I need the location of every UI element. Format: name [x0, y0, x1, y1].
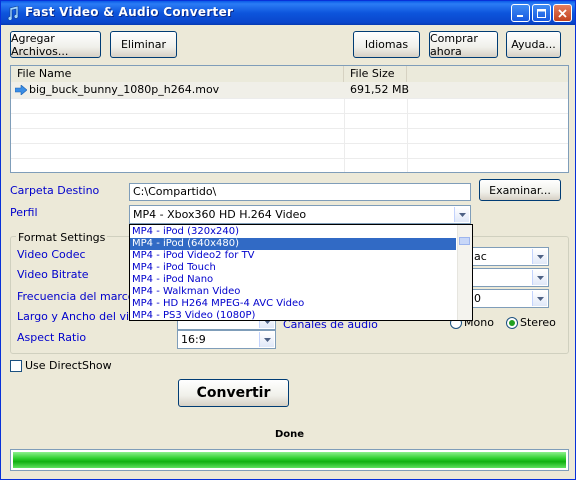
use-directshow-checkbox[interactable] [10, 360, 22, 372]
audio-sample-rate-value: 0 [474, 292, 481, 305]
grid-divider [11, 98, 568, 99]
column-file-size[interactable]: File Size [344, 66, 407, 82]
profile-option[interactable]: MP4 - Walkman Video [130, 286, 456, 298]
convert-button[interactable]: Convertir [178, 379, 289, 407]
profile-option[interactable]: MP4 - iPod (320x240) [130, 226, 456, 238]
status-text: Done [275, 429, 305, 440]
app-music-icon [7, 6, 19, 20]
stereo-radio[interactable] [506, 317, 518, 329]
progress-bar [10, 449, 569, 471]
chevron-down-icon [536, 275, 544, 280]
chevron-down-icon [263, 337, 271, 342]
scrollbar-thumb[interactable] [459, 237, 470, 245]
profile-option[interactable]: MP4 - iPod Nano [130, 274, 456, 286]
remove-button[interactable]: Eliminar [110, 31, 177, 58]
maximize-button[interactable] [532, 4, 551, 22]
file-name-cell: big_buck_bunny_1080p_h264.mov [29, 83, 220, 96]
add-files-button[interactable]: Agregar Archivos... [10, 31, 101, 58]
grid-divider [11, 128, 568, 129]
aspect-ratio-select[interactable]: 16:9 [177, 330, 276, 349]
column-file-name[interactable]: File Name [11, 66, 344, 82]
title-bar[interactable]: Fast Video & Audio Converter [1, 1, 575, 25]
dropdown-scrollbar[interactable] [457, 225, 472, 320]
profile-selected-value: MP4 - Xbox360 HD H.264 Video [133, 208, 307, 221]
profile-option[interactable]: MP4 - iPod Video2 for TV [130, 250, 456, 262]
file-size-cell: 691,52 MB [350, 83, 410, 96]
profile-option[interactable]: MP4 - HD H264 MPEG-4 AVC Video [130, 298, 456, 310]
table-row[interactable]: big_buck_bunny_1080p_h264.mov 691,52 MB [11, 82, 568, 98]
profile-select[interactable]: MP4 - Xbox360 HD H.264 Video [129, 205, 471, 224]
audio-sample-rate-dropdown-button[interactable] [532, 291, 547, 306]
minimize-button[interactable] [511, 4, 530, 22]
close-button[interactable] [553, 4, 572, 22]
grid-divider [11, 143, 568, 144]
grid-divider [11, 158, 568, 159]
chevron-down-icon [536, 254, 544, 259]
profile-label: Perfil [10, 206, 38, 219]
chevron-down-icon [458, 212, 466, 217]
file-list[interactable]: File Name File Size big_buck_bunny_1080p… [10, 65, 569, 173]
main-window: Fast Video & Audio Converter Agregar Arc… [0, 0, 576, 480]
destination-label: Carpeta Destino [10, 184, 100, 197]
audio-codec-dropdown-button[interactable] [532, 249, 547, 264]
stereo-label: Stereo [520, 316, 556, 329]
minimize-icon [517, 14, 523, 17]
use-directshow-label: Use DirectShow [25, 359, 112, 372]
grid-divider [11, 113, 568, 114]
maximize-icon [537, 8, 546, 18]
window-title: Fast Video & Audio Converter [25, 5, 234, 19]
browse-button[interactable]: Examinar... [479, 179, 561, 201]
format-settings-title: Format Settings [16, 231, 108, 244]
audio-bitrate-dropdown-button[interactable] [532, 270, 547, 285]
destination-input[interactable]: C:\Compartido\ [129, 183, 471, 201]
audio-codec-select[interactable]: ac [461, 247, 549, 266]
profile-option[interactable]: MP4 - PS3 Video (1080P) [130, 310, 456, 320]
buy-now-button[interactable]: Comprar ahora [429, 31, 498, 58]
chevron-down-icon [536, 296, 544, 301]
profile-dropdown-list[interactable]: MP4 - iPod (320x240) MP4 - iPod (640x480)… [129, 224, 473, 321]
progress-fill [13, 452, 566, 468]
aspect-ratio-label: Aspect Ratio [17, 331, 87, 344]
audio-bitrate-select[interactable] [461, 268, 549, 287]
profile-option[interactable]: MP4 - iPod Touch [130, 262, 456, 274]
profile-dropdown-button[interactable] [454, 207, 469, 222]
profile-option[interactable]: MP4 - iPod (640x480) [130, 238, 456, 250]
aspect-ratio-dropdown-button[interactable] [259, 332, 274, 347]
help-button[interactable]: Ayuda... [506, 31, 561, 58]
aspect-ratio-value: 16:9 [181, 333, 206, 346]
close-icon [558, 8, 567, 18]
languages-button[interactable]: Idiomas [353, 31, 420, 58]
file-list-header: File Name File Size [11, 66, 568, 83]
video-bitrate-label: Video Bitrate [17, 268, 89, 281]
audio-codec-value: ac [474, 250, 487, 263]
video-codec-label: Video Codec [17, 248, 86, 261]
audio-sample-rate-select[interactable]: 0 [461, 289, 549, 308]
